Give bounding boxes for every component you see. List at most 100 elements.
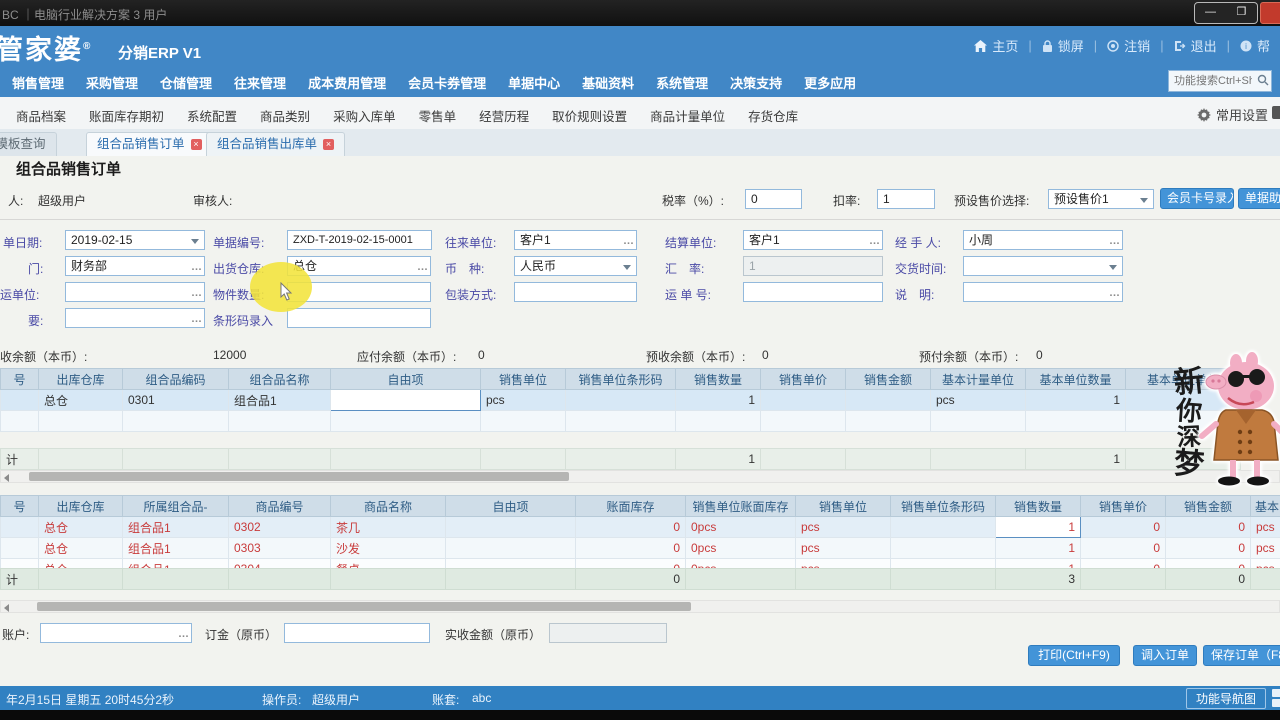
menu-sales[interactable]: 销售管理 [2, 66, 74, 92]
form-content: 组合品销售订单 人: 超级用户 审核人: 税率（%）: 0 扣率: 1 预设售价… [0, 156, 1280, 686]
package-input[interactable] [514, 282, 637, 302]
order-date-input[interactable]: 2019-02-15 [65, 230, 205, 250]
print-button[interactable]: 打印(Ctrl+F9) [1028, 645, 1120, 666]
menu-decision[interactable]: 决策支持 [720, 66, 792, 92]
payable-balance-label: 应付余额（本币）: [357, 348, 456, 365]
shortcut-stock-warehouse[interactable]: 存货仓库 [741, 97, 805, 125]
handler-input[interactable]: 小周… [963, 230, 1123, 250]
tab-combo-sales-outbound[interactable]: 组合品销售出库单× [206, 132, 345, 156]
tab-close-icon[interactable]: × [191, 139, 202, 150]
chevron-down-icon[interactable] [191, 239, 199, 244]
deposit-input[interactable] [284, 623, 430, 643]
shortcut-pricing-rules[interactable]: 取价规则设置 [545, 97, 634, 125]
shortcut-business-history[interactable]: 经营历程 [472, 97, 536, 125]
menu-system[interactable]: 系统管理 [646, 66, 718, 92]
ellipsis-icon[interactable]: … [417, 258, 427, 276]
scroll-left-icon[interactable] [4, 474, 9, 482]
combo-table-row[interactable]: 总仓0301组合品1pcs1pcs1 [1, 390, 1241, 411]
scroll-left-icon[interactable] [4, 604, 9, 612]
maximize-button[interactable]: ❐ [1226, 3, 1257, 23]
account-input[interactable]: … [40, 623, 192, 643]
chevron-down-icon[interactable] [623, 265, 631, 270]
shortcut-system-config[interactable]: 系统配置 [180, 97, 244, 125]
menu-membership[interactable]: 会员卡券管理 [398, 66, 496, 92]
exchange-rate-label: 汇 率: [665, 260, 704, 277]
home-link[interactable]: 主页 [974, 36, 1018, 55]
statusbar-corner-icon[interactable] [1272, 689, 1280, 697]
tax-rate-input[interactable]: 0 [745, 189, 802, 209]
component-row[interactable]: 总仓组合品10304餐桌00pcspcs100pcs [1, 559, 1280, 569]
components-table-hscrollbar[interactable] [0, 600, 1280, 613]
note-label: 说 明: [895, 286, 934, 303]
currency-select[interactable]: 人民币 [514, 256, 637, 276]
shortcut-initial-stock[interactable]: 账面库存期初 [82, 97, 171, 125]
ellipsis-icon[interactable]: … [178, 625, 188, 643]
menu-cost[interactable]: 成本费用管理 [298, 66, 396, 92]
menu-base-data[interactable]: 基础资料 [572, 66, 644, 92]
menu-purchase[interactable]: 采购管理 [76, 66, 148, 92]
statusbar-corner-icon[interactable] [1272, 699, 1280, 707]
minimize-button[interactable]: — [1195, 3, 1226, 23]
ellipsis-icon[interactable]: … [191, 258, 201, 276]
combo-table-empty-row[interactable] [1, 411, 1241, 432]
received-amount-input [549, 623, 667, 643]
ellipsis-icon[interactable]: … [1109, 284, 1119, 302]
discount-input[interactable]: 1 [877, 189, 935, 209]
settle-unit-input[interactable]: 客户1… [743, 230, 883, 250]
menu-more-apps[interactable]: 更多应用 [794, 66, 866, 92]
function-nav-button[interactable]: 功能导航图 [1186, 688, 1266, 709]
component-row[interactable]: 总仓组合品10303沙发00pcspcs100pcs [1, 538, 1280, 559]
shortcut-goods-units[interactable]: 商品计量单位 [643, 97, 732, 125]
waybill-input[interactable] [743, 282, 883, 302]
scrollbar-thumb[interactable] [29, 472, 569, 481]
delivery-time-input[interactable] [963, 256, 1123, 276]
shortcut-goods-category[interactable]: 商品类别 [253, 97, 317, 125]
search-input[interactable] [1172, 72, 1254, 90]
close-button[interactable] [1260, 2, 1280, 24]
carrier-input[interactable]: … [65, 282, 205, 302]
common-settings-button[interactable]: 常用设置 [1197, 105, 1268, 124]
focused-cell[interactable] [331, 390, 481, 411]
chevron-down-icon[interactable] [1109, 265, 1117, 270]
ellipsis-icon[interactable]: … [191, 284, 201, 302]
scrollbar-thumb[interactable] [37, 602, 691, 611]
load-order-button[interactable]: 调入订单 [1133, 645, 1197, 666]
barcode-entry-label: 条形码录入 [213, 312, 273, 329]
focused-cell[interactable]: 1 [996, 517, 1081, 538]
exit-link[interactable]: 退出 [1174, 36, 1217, 55]
logout-link[interactable]: 注销 [1107, 36, 1150, 55]
dept-input[interactable]: 财务部… [65, 256, 205, 276]
barcode-entry-input[interactable] [287, 308, 431, 328]
help-icon: i [1240, 40, 1252, 52]
partner-input[interactable]: 客户1… [514, 230, 637, 250]
warehouse-input[interactable]: 总仓… [287, 256, 431, 276]
menu-contacts[interactable]: 往来管理 [224, 66, 296, 92]
member-card-button[interactable]: 会员卡号录入 [1160, 188, 1234, 209]
component-row[interactable]: 总仓组合品10302茶几00pcspcs100pcs [1, 517, 1280, 538]
shortcut-goods-archive[interactable]: 商品档案 [9, 97, 73, 125]
tab-template-query[interactable]: 品模板查询 [0, 132, 57, 156]
ellipsis-icon[interactable]: … [869, 232, 879, 250]
ellipsis-icon[interactable]: … [623, 232, 633, 250]
menu-doc-center[interactable]: 单据中心 [498, 66, 570, 92]
more-settings-icon[interactable] [1272, 106, 1280, 119]
total-row: 计030 [1, 569, 1280, 590]
menu-warehouse[interactable]: 仓储管理 [150, 66, 222, 92]
save-order-button[interactable]: 保存订单（F8 [1203, 645, 1280, 666]
tab-close-icon[interactable]: × [323, 139, 334, 150]
preset-price-select[interactable]: 预设售价1 [1048, 189, 1154, 209]
doc-no-input[interactable]: ZXD-T-2019-02-15-0001 [287, 230, 432, 250]
shortcut-retail[interactable]: 零售单 [412, 97, 464, 125]
ellipsis-icon[interactable]: … [1109, 232, 1119, 250]
lock-screen-link[interactable]: 锁屏 [1042, 36, 1084, 55]
ellipsis-icon[interactable]: … [191, 310, 201, 328]
combo-table-hscrollbar[interactable] [0, 470, 1280, 483]
doc-assistant-button[interactable]: 单据助手Y [1238, 188, 1280, 209]
help-link[interactable]: i 帮 [1240, 36, 1270, 55]
note-input[interactable]: … [963, 282, 1123, 302]
tab-combo-sales-order[interactable]: 组合品销售订单× [86, 132, 213, 156]
carrier-label: 运单位: [0, 286, 39, 303]
package-label: 包装方式: [445, 286, 496, 303]
shortcut-purchase-inbound[interactable]: 采购入库单 [326, 97, 403, 125]
summary-input[interactable]: … [65, 308, 205, 328]
